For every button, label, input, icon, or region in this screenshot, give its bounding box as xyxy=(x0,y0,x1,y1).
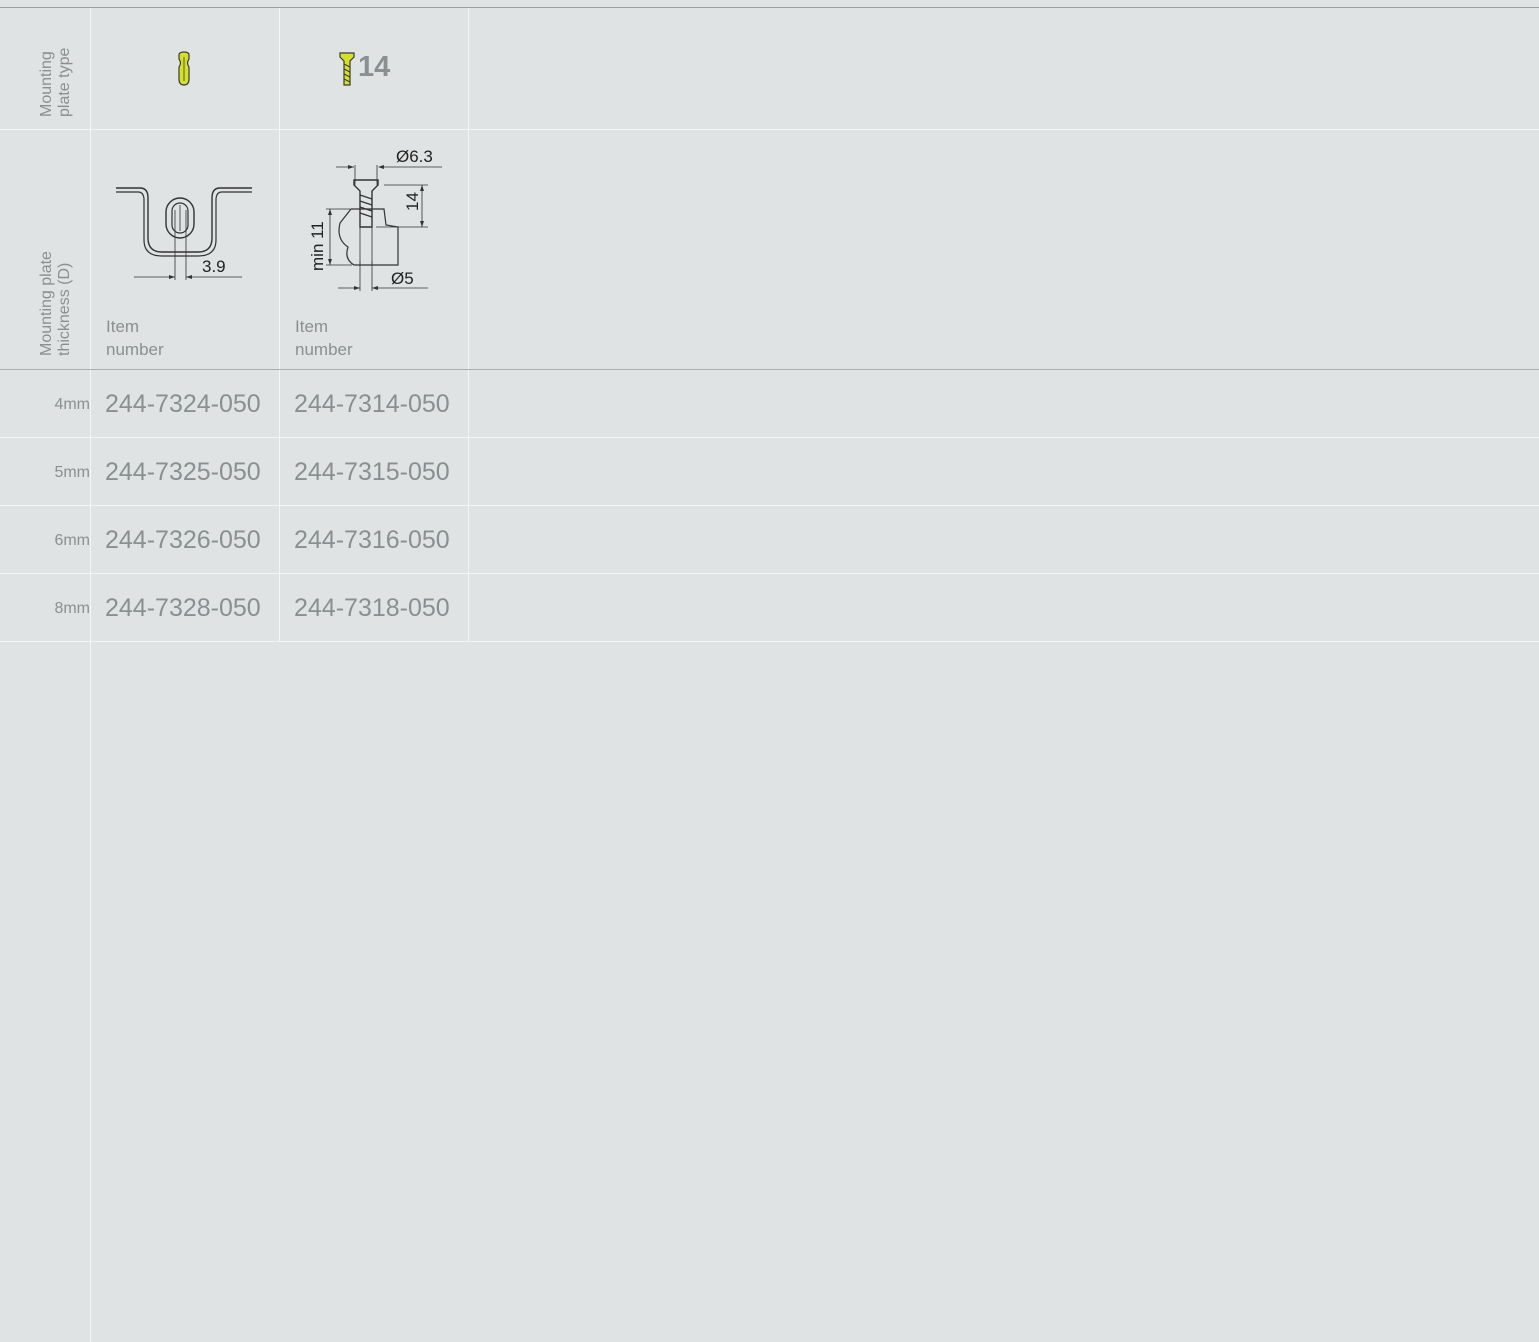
item-number-label: Item number xyxy=(295,317,353,359)
item-number-cell: 244-7324-050 xyxy=(105,390,261,418)
min-depth-dimension: min 11 xyxy=(308,221,327,271)
item-number-cell: 244-7315-050 xyxy=(294,458,450,486)
row-divider xyxy=(0,505,1539,506)
item-number-label: Item number xyxy=(106,317,164,359)
row-divider xyxy=(0,641,1539,642)
screw-drawing: Ø6.3 14 min 11 Ø5 xyxy=(306,143,446,298)
row-divider xyxy=(0,369,1539,370)
row-divider xyxy=(0,573,1539,574)
thickness-cell: 8mm xyxy=(54,600,90,617)
thickness-cell: 4mm xyxy=(54,396,90,413)
item-number-cell: 244-7318-050 xyxy=(294,594,450,622)
thickness-cell: 5mm xyxy=(54,464,90,481)
screw-length-label: 14 xyxy=(358,51,391,83)
slot-width-dimension: 3.9 xyxy=(202,257,226,276)
mounting-plate-type-label: Mounting plate type xyxy=(38,47,73,117)
snap-in-plate-drawing: 3.9 xyxy=(110,180,260,290)
top-rule xyxy=(0,7,1539,8)
item-number-cell: 244-7326-050 xyxy=(105,526,261,554)
item-number-cell: 244-7328-050 xyxy=(105,594,261,622)
snap-in-dowel-icon xyxy=(176,51,192,92)
item-number-cell: 244-7314-050 xyxy=(294,390,450,418)
mounting-plate-thickness-label: Mounting plate thickness (D) xyxy=(38,251,73,356)
item-number-cell: 244-7325-050 xyxy=(105,458,261,486)
screw-length-dimension: 14 xyxy=(403,192,422,211)
item-number-cell: 244-7316-050 xyxy=(294,526,450,554)
column-divider xyxy=(279,8,280,641)
head-diameter-dimension: Ø6.3 xyxy=(396,147,433,166)
shaft-diameter-dimension: Ø5 xyxy=(391,269,414,288)
row-divider xyxy=(0,437,1539,438)
thickness-cell: 6mm xyxy=(54,532,90,549)
column-divider xyxy=(468,8,469,641)
row-divider xyxy=(0,129,1539,130)
screw-icon xyxy=(339,52,355,93)
column-divider xyxy=(90,8,91,1342)
